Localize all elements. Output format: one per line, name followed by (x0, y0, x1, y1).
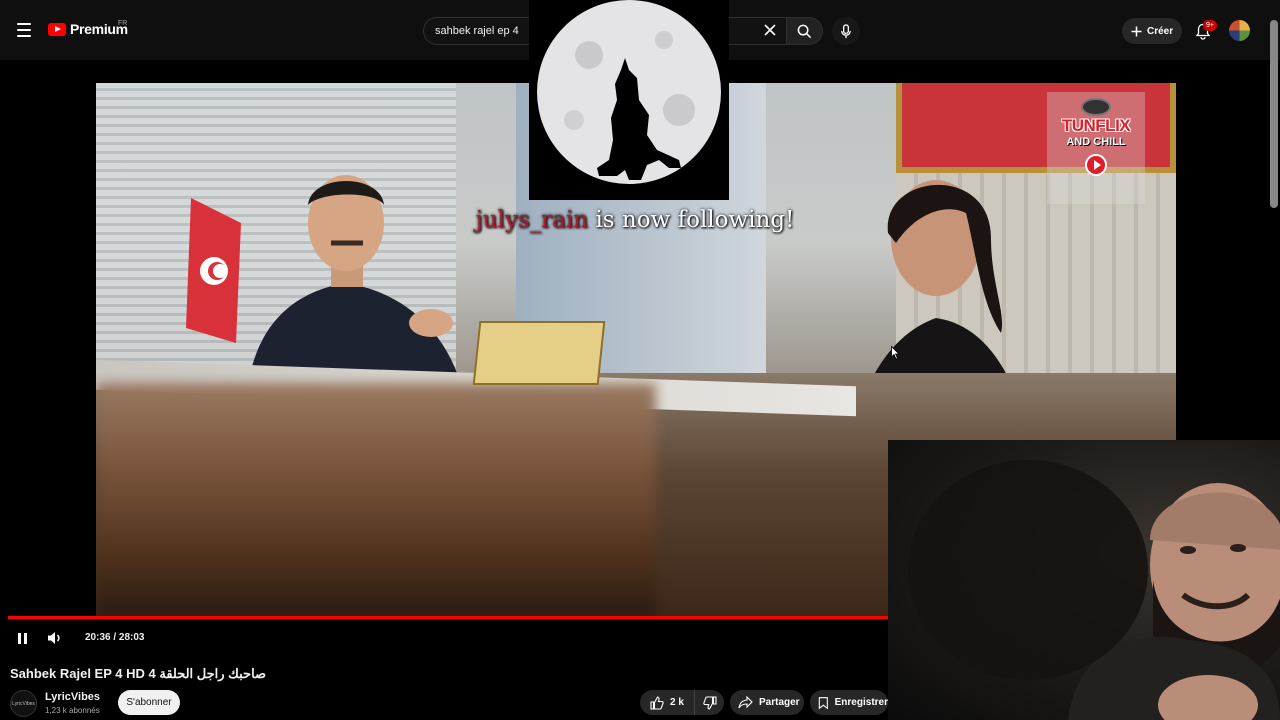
scene-man (246, 175, 466, 403)
howling-wolf-moon-icon (537, 0, 721, 184)
progress-fill (8, 616, 929, 619)
streamer-webcam-image (908, 460, 1280, 720)
webcam-overlay (888, 440, 1280, 720)
follow-alert-image (529, 0, 729, 200)
save-button[interactable]: Enregistrer (810, 690, 888, 715)
like-icon (650, 695, 664, 710)
like-count: 2 k (670, 697, 684, 708)
subscribe-button[interactable]: S'abonner (118, 690, 180, 715)
channel-avatar[interactable]: LyricVibes (10, 690, 37, 717)
scene-nameplate (472, 321, 606, 385)
film-reel-icon (1081, 98, 1111, 116)
share-button[interactable]: Partager (730, 690, 804, 715)
save-label: Enregistrer (834, 697, 888, 708)
channel-watermark: TUNFLIX AND CHILL (1047, 92, 1145, 204)
dislike-button[interactable] (695, 695, 724, 710)
like-button[interactable]: 2 k (640, 690, 695, 715)
subscriber-count: 1,23 k abonnés (45, 706, 100, 715)
share-icon (738, 696, 753, 709)
like-dislike-group: 2 k (640, 690, 724, 715)
watermark-line2: AND CHILL (1066, 136, 1126, 148)
video-title: Sahbek Rajel EP 4 HD 4 صاحبك راجل الحلقة (10, 666, 267, 681)
time-display: 20:36 / 28:03 (85, 632, 145, 643)
channel-name[interactable]: LyricVibes (45, 691, 100, 703)
share-label: Partager (759, 697, 800, 708)
volume-icon[interactable] (45, 628, 65, 648)
follower-name: julys_rain (475, 207, 589, 233)
watermark-line1: TUNFLIX (1061, 116, 1131, 135)
mouse-cursor-icon (891, 346, 900, 360)
bookmark-icon (818, 696, 828, 709)
dislike-icon (702, 695, 717, 710)
scene-blurred-books (96, 383, 656, 618)
channel-avatar-text: LyricVibes (12, 700, 35, 707)
video-player[interactable]: TUNFLIX AND CHILL julys_rain is now foll… (0, 0, 1280, 720)
follow-message: is now following! (588, 207, 795, 233)
follow-alert-message: julys_rain is now following! (0, 207, 1270, 233)
page-scrollbar[interactable] (1270, 20, 1278, 208)
pause-button[interactable] (12, 628, 32, 648)
play-badge-icon (1085, 154, 1107, 176)
